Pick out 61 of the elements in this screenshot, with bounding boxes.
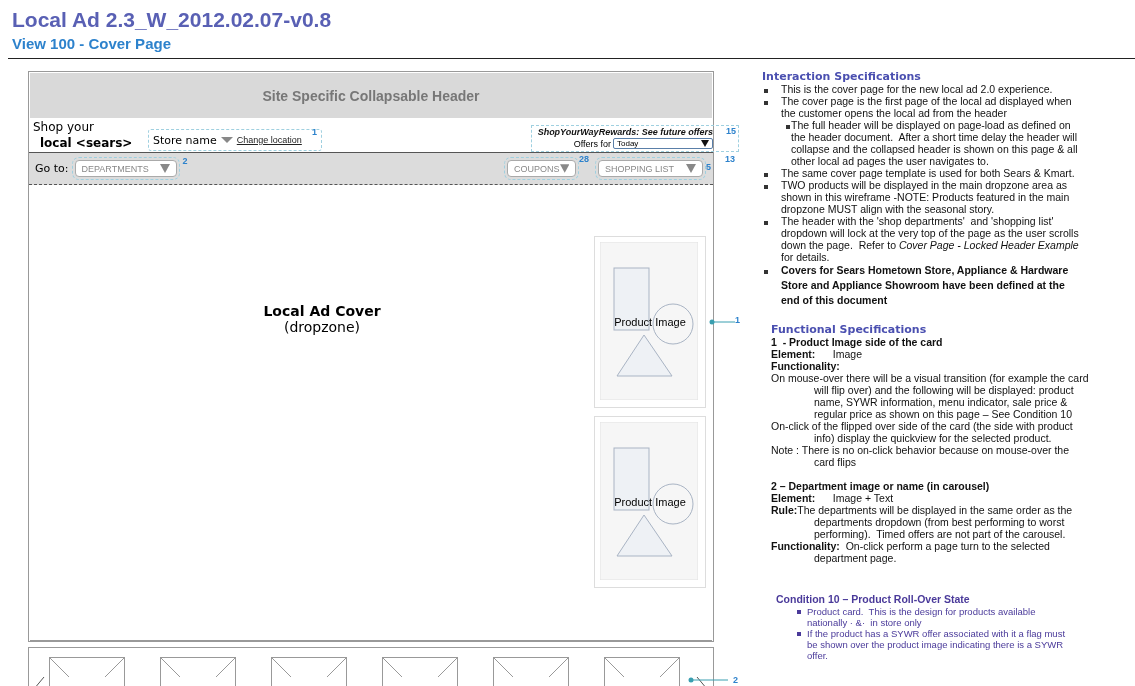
spec-text: Element: Image + Text bbox=[771, 492, 895, 504]
collapsable-header: Site Specific Collapsable Header bbox=[30, 73, 712, 118]
dropdown-arrow-icon bbox=[701, 140, 709, 147]
bullet-icon bbox=[764, 89, 768, 93]
spec-text: 2 – Department image or name (in carousel) bbox=[771, 480, 991, 492]
callout-number: 28 bbox=[579, 154, 589, 164]
dropdown-arrow-icon bbox=[686, 164, 696, 173]
callout-number: 13 bbox=[725, 154, 735, 164]
go-to-label: Go to: bbox=[35, 162, 69, 175]
spec-text: The full header will be displayed on page-load as defined on the header document. After a short time delay the header will collapse and the collapsed header is shown on this page & all other local ad pages the user navigates to. bbox=[791, 119, 1079, 167]
spec-text: Rule:The departments will be displayed in the same order as the departments dropdown (from best performing to worst performing). Timed offers are not part of the carousel. bbox=[771, 504, 1074, 540]
spec-text: Functionality: bbox=[771, 360, 841, 372]
rewards-link[interactable]: ShopYourWayRewards: See future offers bbox=[537, 126, 713, 138]
spec-text: Note : There is no on-click behavior because on mouse-over the card flips bbox=[771, 444, 1071, 468]
callout-number: 1 bbox=[312, 127, 317, 137]
change-location-link[interactable]: Change location bbox=[236, 135, 302, 145]
product-image-label: Product Image bbox=[614, 496, 686, 508]
spec-text: 1 - Product Image side of the card bbox=[771, 336, 944, 348]
callout-line bbox=[688, 677, 728, 683]
bullet-icon bbox=[786, 125, 790, 129]
bullet-icon bbox=[764, 221, 768, 225]
shop-your-text: Shop your bbox=[33, 119, 95, 135]
dropdown-arrow-icon bbox=[159, 164, 170, 173]
document-title: Local Ad 2.3_W_2012.02.07-v0.8 bbox=[12, 8, 333, 32]
cover-title: Local Ad Cover bbox=[263, 303, 381, 319]
callout-number: 15 bbox=[726, 126, 736, 136]
offers-for-label: Offers for bbox=[573, 138, 611, 149]
spec-text: The cover page is the first page of the local ad displayed when the customer opens the local ad from the header bbox=[781, 95, 1073, 119]
spec-text: On mouse-over there will be a visual transition (for example the card will flip over) and the following will be displayed: product name, SYWR information, menu indicator, sale price & regular price as shown on this page – See Condition 10 bbox=[771, 372, 1089, 420]
spec-text: The same cover page template is used for both Sears & Kmart. bbox=[781, 167, 1076, 179]
spec-text: Product card. This is the design for products available nationally · &· in store only bbox=[807, 606, 1037, 628]
spec-text: This is the cover page for the new local ad 2.0 experience. bbox=[781, 83, 1054, 95]
spec-text: TWO products will be displayed in the main dropzone area as shown in this wireframe -NOTE: Products featured in the main dropzone MUST align with the seasonal story. bbox=[781, 179, 1071, 215]
store-name[interactable]: Store name bbox=[153, 133, 217, 147]
callout-number: 2 bbox=[733, 675, 738, 685]
spec-text: Functionality: On-click perform a page turn to the selected department page. bbox=[771, 540, 1051, 564]
spec-text: Covers for Sears Hometown Store, Appliance & Hardware Store and Appliance Showroom have been defined at the end of this document bbox=[781, 263, 1070, 308]
bullet-icon bbox=[764, 185, 768, 189]
section-title: Condition 10 – Product Roll-Over State bbox=[776, 594, 971, 605]
section-title: Interaction Specifications bbox=[762, 71, 922, 83]
bullet-icon bbox=[764, 270, 768, 274]
spec-text: If the product has a SYWR offer associated with it a flag must be shown over the product image indicating there is a SYWR offer. bbox=[807, 628, 1067, 661]
dropdown-arrow-icon bbox=[559, 164, 569, 173]
store-brand-text: local <sears> bbox=[39, 135, 134, 152]
view-title: View 100 - Cover Page bbox=[12, 35, 172, 53]
callout-number: 1 bbox=[735, 315, 740, 325]
callout-number: 2 bbox=[182, 156, 188, 166]
spec-text: Element: Image bbox=[771, 348, 864, 360]
spec-text: The header with the 'shop departments' and 'shopping list' dropdown will lock at the very top of the page as the user scrolls down the page. Refer to Cover Page - Locked Header Example for details. bbox=[781, 215, 1080, 263]
cover-subtitle: (dropzone) bbox=[283, 319, 361, 335]
bullet-icon bbox=[764, 173, 768, 177]
product-image-label: Product Image bbox=[614, 316, 686, 328]
offers-select[interactable]: Today bbox=[613, 138, 713, 149]
bullet-icon bbox=[797, 610, 801, 614]
spec-text: On-click of the flipped over side of the card (the side with product info) display the quickview for the selected product. bbox=[771, 420, 1074, 444]
bullet-icon bbox=[797, 632, 801, 636]
caret-icon[interactable] bbox=[220, 137, 233, 143]
bullet-icon bbox=[764, 101, 768, 105]
callout-number: 5 bbox=[706, 162, 711, 172]
section-title: Functional Specifications bbox=[771, 324, 928, 336]
product-card[interactable]: Product Image bbox=[594, 416, 706, 588]
